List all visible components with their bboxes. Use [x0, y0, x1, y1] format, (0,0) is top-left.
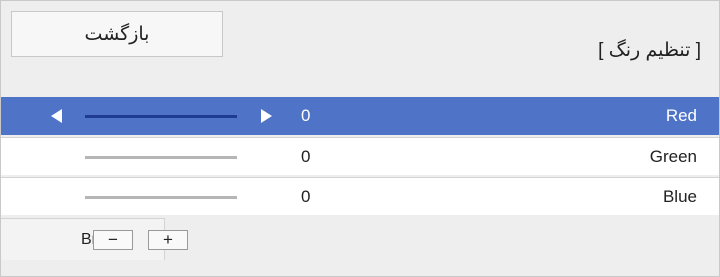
blue-row[interactable]: 0 Blue [1, 177, 719, 215]
red-value: 0 [301, 106, 311, 125]
back-button[interactable]: بازگشت [11, 11, 223, 57]
blue-value: 0 [301, 187, 311, 206]
blue-label: Blue [662, 187, 697, 206]
green-value: 0 [301, 147, 311, 166]
color-adjust-panel: بازگشت [ تنظیم رنگ ] 0 Red 0 Green 0 Blu… [0, 0, 720, 277]
green-slider-track[interactable] [85, 156, 237, 159]
blue-slider-track[interactable] [85, 196, 237, 199]
red-slider-track[interactable] [85, 115, 237, 118]
back-button-label: بازگشت [84, 23, 150, 45]
decrease-button[interactable]: − [93, 230, 133, 250]
triangle-left-icon[interactable] [51, 109, 62, 123]
green-row[interactable]: 0 Green [1, 137, 719, 175]
triangle-right-icon[interactable] [261, 109, 272, 123]
green-label: Green [649, 147, 697, 166]
red-label: Red [665, 106, 697, 125]
red-row[interactable]: 0 Red [1, 97, 719, 135]
page-title: [ تنظیم رنگ ] [598, 40, 701, 61]
increase-button[interactable]: + [148, 230, 188, 250]
